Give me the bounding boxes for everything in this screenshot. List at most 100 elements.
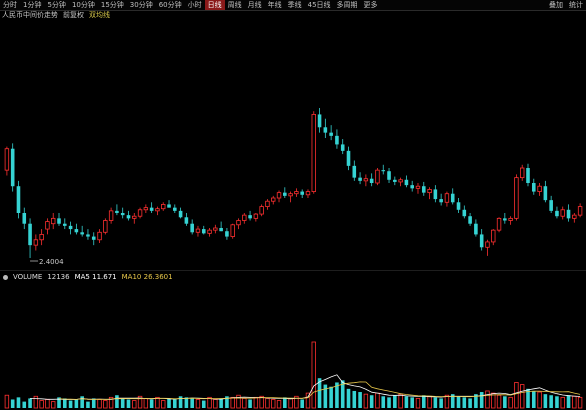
- candle-body[interactable]: [514, 177, 519, 219]
- candle-body[interactable]: [236, 220, 241, 226]
- candle-body[interactable]: [566, 209, 571, 219]
- candle-body[interactable]: [283, 192, 287, 196]
- candle-body[interactable]: [4, 148, 10, 171]
- candle-body[interactable]: [242, 214, 247, 221]
- candle-body[interactable]: [161, 204, 166, 210]
- volume-bar[interactable]: [132, 400, 137, 409]
- candle-body[interactable]: [126, 215, 131, 219]
- candle-body[interactable]: [120, 213, 125, 216]
- candle-body[interactable]: [474, 223, 478, 235]
- candle-body[interactable]: [39, 234, 44, 241]
- volume-bar[interactable]: [22, 401, 27, 408]
- volume-bar[interactable]: [143, 398, 149, 409]
- volume-bar[interactable]: [462, 397, 467, 408]
- candle-body[interactable]: [444, 193, 450, 203]
- candle-body[interactable]: [393, 179, 397, 182]
- volume-bar[interactable]: [456, 396, 461, 408]
- candle-body[interactable]: [137, 209, 143, 217]
- candle-body[interactable]: [103, 220, 108, 233]
- candle-body[interactable]: [184, 217, 189, 224]
- volume-bar[interactable]: [248, 399, 252, 408]
- volume-bar[interactable]: [28, 398, 32, 408]
- volume-bar[interactable]: [572, 395, 577, 409]
- candle-body[interactable]: [543, 186, 548, 201]
- volume-bar[interactable]: [444, 394, 450, 409]
- volume-bar[interactable]: [352, 390, 357, 408]
- candle-body[interactable]: [190, 223, 194, 233]
- candle-body[interactable]: [555, 210, 559, 217]
- candle-body[interactable]: [10, 148, 15, 187]
- candle-body[interactable]: [479, 234, 484, 248]
- candle-body[interactable]: [16, 186, 21, 213]
- volume-bar[interactable]: [276, 400, 282, 409]
- candle-body[interactable]: [369, 178, 374, 183]
- volume-bar[interactable]: [288, 398, 293, 409]
- volume-bar[interactable]: [323, 384, 328, 408]
- candle-body[interactable]: [173, 207, 177, 211]
- candle-body[interactable]: [271, 197, 276, 202]
- kline-chart[interactable]: 2.4004: [0, 0, 586, 410]
- volume-bar[interactable]: [219, 398, 223, 408]
- volume-bar[interactable]: [503, 396, 507, 408]
- candle-body[interactable]: [68, 225, 73, 230]
- volume-bar[interactable]: [543, 394, 548, 408]
- volume-bar[interactable]: [242, 398, 247, 409]
- candle-body[interactable]: [167, 204, 171, 208]
- volume-bar[interactable]: [358, 392, 362, 408]
- volume-bar[interactable]: [271, 399, 276, 409]
- candle-body[interactable]: [531, 183, 536, 192]
- volume-bar[interactable]: [120, 398, 125, 408]
- volume-bar[interactable]: [16, 397, 21, 408]
- candle-body[interactable]: [462, 209, 467, 217]
- volume-bar[interactable]: [126, 399, 131, 408]
- candle-body[interactable]: [439, 199, 443, 203]
- candle-body[interactable]: [225, 231, 229, 237]
- candle-body[interactable]: [456, 202, 461, 210]
- candle-body[interactable]: [57, 218, 61, 224]
- volume-bar[interactable]: [103, 400, 108, 409]
- volume-bar[interactable]: [514, 382, 519, 409]
- candle-body[interactable]: [335, 135, 339, 145]
- candle-body[interactable]: [230, 224, 235, 237]
- candle-body[interactable]: [381, 170, 386, 172]
- candle-body[interactable]: [86, 234, 90, 237]
- candle-body[interactable]: [33, 239, 39, 246]
- candle-body[interactable]: [503, 218, 507, 221]
- volume-bar[interactable]: [184, 397, 189, 408]
- candle-body[interactable]: [288, 193, 293, 197]
- candle-body[interactable]: [526, 168, 530, 183]
- candle-body[interactable]: [358, 177, 362, 181]
- volume-bar[interactable]: [311, 341, 316, 409]
- volume-bar[interactable]: [45, 399, 50, 409]
- candle-body[interactable]: [363, 178, 369, 182]
- volume-bar[interactable]: [346, 388, 351, 408]
- candle-body[interactable]: [415, 185, 421, 189]
- volume-bar[interactable]: [369, 395, 374, 408]
- candle-body[interactable]: [63, 223, 67, 226]
- candle-body[interactable]: [219, 228, 223, 232]
- volume-bar[interactable]: [190, 398, 194, 408]
- candle-body[interactable]: [537, 185, 542, 192]
- candle-body[interactable]: [80, 232, 84, 235]
- candle-body[interactable]: [491, 229, 496, 243]
- candle-body[interactable]: [45, 221, 50, 230]
- volume-bar[interactable]: [549, 395, 553, 408]
- candle-body[interactable]: [276, 192, 282, 199]
- candle-body[interactable]: [265, 200, 270, 207]
- volume-bar[interactable]: [404, 396, 409, 408]
- candle-body[interactable]: [259, 206, 264, 215]
- volume-bar[interactable]: [496, 394, 502, 409]
- candle-body[interactable]: [346, 150, 351, 166]
- candle-body[interactable]: [520, 167, 525, 179]
- candle-body[interactable]: [195, 228, 201, 233]
- candle-body[interactable]: [149, 207, 154, 211]
- volume-bar[interactable]: [468, 398, 472, 408]
- volume-bar[interactable]: [265, 398, 270, 409]
- candle-body[interactable]: [178, 210, 183, 218]
- volume-bar[interactable]: [427, 395, 432, 409]
- candle-body[interactable]: [207, 229, 212, 234]
- volume-bar[interactable]: [520, 384, 525, 409]
- volume-bar[interactable]: [10, 399, 15, 408]
- volume-bar[interactable]: [173, 399, 177, 408]
- candle-body[interactable]: [427, 189, 432, 194]
